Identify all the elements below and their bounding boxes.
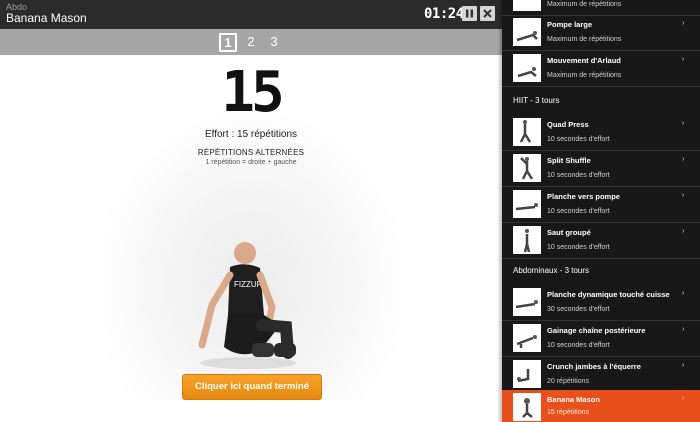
chevron-right-icon: › xyxy=(682,228,685,235)
exercise-list-item[interactable]: Crunch jambes à l'équerre 20 répétitions… xyxy=(502,357,700,393)
chevron-right-icon: › xyxy=(682,20,685,27)
exercise-figure-image: FIZZUP xyxy=(198,242,296,369)
exercise-list-item[interactable]: Maximum de répétitions xyxy=(502,0,700,16)
chevron-right-icon: › xyxy=(682,290,685,297)
pause-button[interactable] xyxy=(462,6,477,21)
section-header-abdominaux: Abdominaux - 3 tours xyxy=(513,266,590,275)
exercise-item-sub: Maximum de répétitions xyxy=(547,1,622,8)
alternating-reps-title: RÉPÉTITIONS ALTERNÉES xyxy=(197,148,305,157)
exercise-list-item[interactable]: Quad Press 10 secondes d'effort › xyxy=(502,115,700,151)
round-1-tab[interactable]: 1 xyxy=(219,33,237,52)
exercise-list-item[interactable]: Mouvement d'Arlaud Maximum de répétition… xyxy=(502,51,700,87)
exercise-thumbnail xyxy=(513,226,541,254)
exercise-item-sub: Maximum de répétitions xyxy=(547,72,622,79)
exercise-item-sub: Maximum de répétitions xyxy=(547,36,622,43)
chevron-right-icon: › xyxy=(682,326,685,333)
chevron-right-icon: › xyxy=(682,192,685,199)
exercise-thumbnail xyxy=(513,118,541,146)
exercise-item-sub: 10 secondes d'effort xyxy=(547,244,610,251)
exercise-item-name: Split Shuffle xyxy=(547,156,591,165)
alternating-reps-description: 1 répétition = droite + gauche xyxy=(205,159,297,166)
done-button[interactable]: Cliquer ici quand terminé xyxy=(182,374,322,400)
exercise-item-name: Mouvement d'Arlaud xyxy=(547,56,621,65)
exercise-item-sub: 10 secondes d'effort xyxy=(547,208,610,215)
exercise-thumbnail xyxy=(513,360,541,388)
exercise-thumbnail xyxy=(513,0,541,11)
exercise-item-sub: 30 secondes d'effort xyxy=(547,306,610,313)
exercise-item-name: Banana Mason xyxy=(547,395,600,404)
rep-count: 15 xyxy=(221,60,284,125)
exercise-item-sub: 10 secondes d'effort xyxy=(547,136,610,143)
chevron-right-icon: › xyxy=(682,120,685,127)
exercise-thumbnail xyxy=(513,18,541,46)
exercise-list-item[interactable]: Pompe large Maximum de répétitions › xyxy=(502,15,700,51)
exercise-list-item[interactable]: Split Shuffle 10 secondes d'effort › xyxy=(502,151,700,187)
exercise-thumbnail xyxy=(513,190,541,218)
exercise-item-sub: 10 secondes d'effort xyxy=(547,172,610,179)
exercise-list-sidebar[interactable]: Maximum de répétitions Pompe large Maxim… xyxy=(502,0,700,422)
exercise-thumbnail xyxy=(513,393,541,421)
exercise-list-item[interactable]: Gainage chaîne postérieure 10 secondes d… xyxy=(502,321,700,357)
exercise-item-sub: 15 répétitions xyxy=(547,409,590,416)
exercise-item-name: Pompe large xyxy=(547,20,593,29)
exercise-list-item[interactable]: Planche dynamique touché cuisse 30 secon… xyxy=(502,285,700,321)
close-icon xyxy=(483,9,492,18)
round-selector: 1 2 3 xyxy=(0,29,502,55)
svg-text:FIZZUP: FIZZUP xyxy=(234,280,262,289)
workout-main-panel: Abdo Banana Mason 01:24 1 2 3 FIZZUP 15 … xyxy=(0,0,502,422)
pause-icon xyxy=(466,9,473,18)
exercise-item-sub: 10 secondes d'effort xyxy=(547,342,610,349)
chevron-right-icon: › xyxy=(682,395,685,402)
chevron-right-icon: › xyxy=(682,156,685,163)
exercise-list-item[interactable]: Saut groupé 10 secondes d'effort › xyxy=(502,223,700,259)
round-3-tab[interactable]: 3 xyxy=(266,33,282,50)
chevron-right-icon: › xyxy=(682,56,685,63)
exercise-item-name: Planche dynamique touché cuisse xyxy=(547,290,670,299)
top-bar: Abdo Banana Mason 01:24 xyxy=(0,0,502,29)
exercise-title: Banana Mason xyxy=(6,11,87,25)
exercise-item-sub: 20 répétitions xyxy=(547,378,590,385)
effort-text: Effort : 15 répétitions xyxy=(204,129,298,140)
exercise-list-item[interactable]: Planche vers pompe 10 secondes d'effort … xyxy=(502,187,700,223)
timer: 01:24 xyxy=(424,6,464,22)
round-2-tab[interactable]: 2 xyxy=(243,33,259,50)
exercise-item-name: Crunch jambes à l'équerre xyxy=(547,362,641,371)
exercise-item-name: Gainage chaîne postérieure xyxy=(547,326,646,335)
exercise-item-name: Planche vers pompe xyxy=(547,192,620,201)
exercise-thumbnail xyxy=(513,324,541,352)
exercise-list-item-active[interactable]: Banana Mason 15 répétitions › xyxy=(502,390,700,422)
exercise-item-name: Quad Press xyxy=(547,120,589,129)
chevron-right-icon: › xyxy=(682,362,685,369)
exercise-thumbnail xyxy=(513,54,541,82)
close-button[interactable] xyxy=(480,6,495,21)
exercise-thumbnail xyxy=(513,288,541,316)
exercise-thumbnail xyxy=(513,154,541,182)
section-header-hiit: HIIT - 3 tours xyxy=(513,96,560,105)
exercise-item-name: Saut groupé xyxy=(547,228,591,237)
